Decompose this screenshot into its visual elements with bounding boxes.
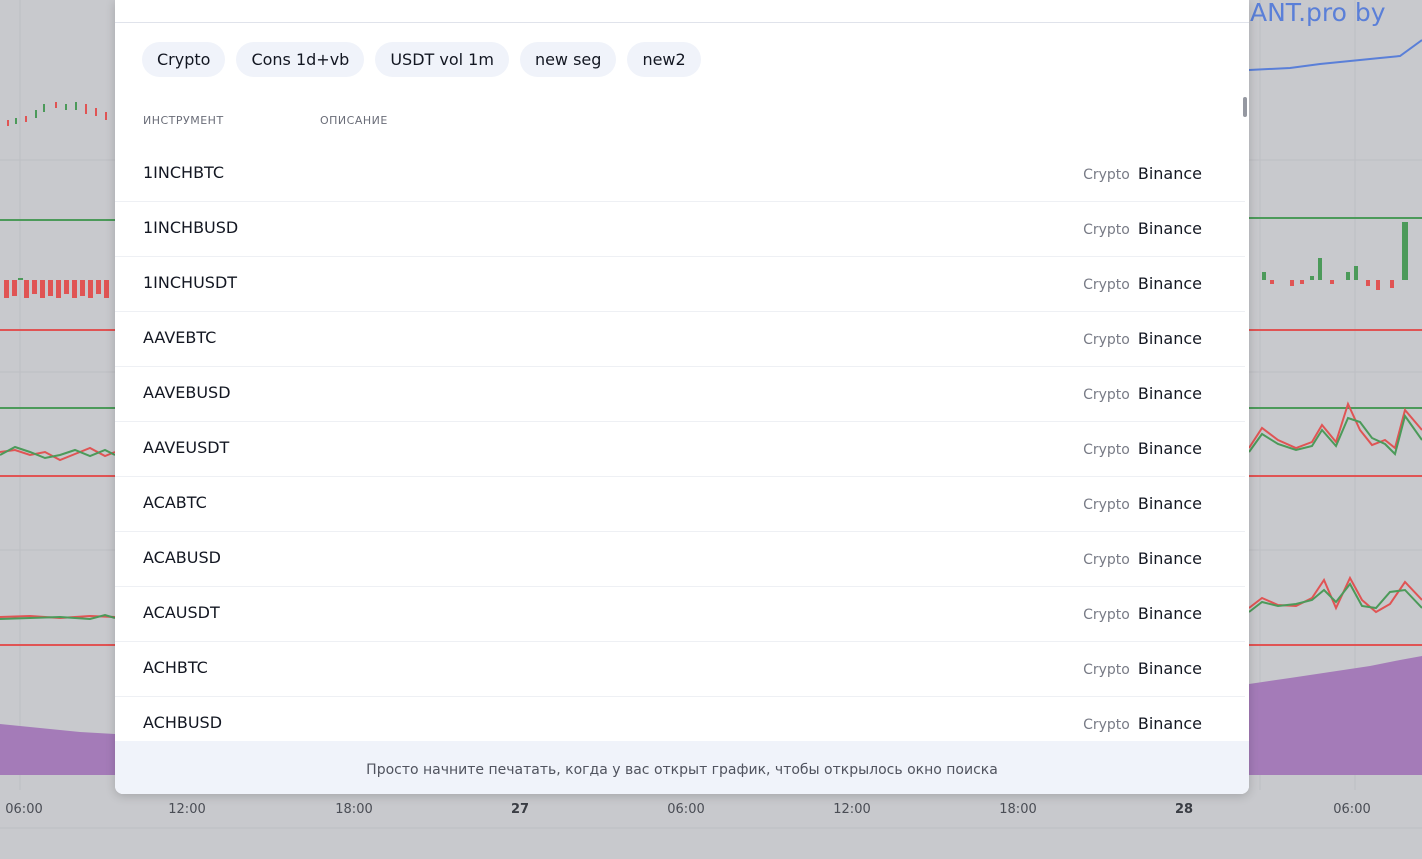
symbol-row[interactable]: 1INCHBTC Crypto Binance	[115, 147, 1245, 202]
symbol-name: ACHBTC	[143, 658, 208, 677]
time-label: 18:00	[999, 802, 1037, 817]
column-header-description: ОПИСАНИЕ	[320, 114, 388, 127]
symbol-row[interactable]: 1INCHUSDT Crypto Binance	[115, 257, 1245, 312]
symbol-type: Crypto	[1083, 222, 1130, 238]
symbol-type: Crypto	[1083, 332, 1130, 348]
time-label: 12:00	[833, 802, 871, 817]
column-header-instrument: ИНСТРУМЕНТ	[143, 114, 224, 127]
search-hint-footer: Просто начните печатать, когда у вас отк…	[115, 741, 1249, 794]
symbol-exchange: Binance	[1137, 329, 1202, 348]
symbol-name: ACABTC	[143, 493, 207, 512]
time-label: 06:00	[667, 802, 705, 817]
symbol-exchange: Binance	[1137, 714, 1202, 733]
symbol-name: AAVEBUSD	[143, 383, 231, 402]
chip-crypto[interactable]: Crypto	[142, 42, 226, 77]
time-label: 06:00	[1333, 802, 1371, 817]
chip-usdt-vol-1m[interactable]: USDT vol 1m	[375, 42, 509, 77]
list-scrollbar[interactable]	[1243, 97, 1247, 117]
symbol-exchange: Binance	[1137, 219, 1202, 238]
symbol-name: AAVEBTC	[143, 328, 217, 347]
symbol-row[interactable]: ACHBTC Crypto Binance	[115, 642, 1245, 697]
time-label: 27	[510, 802, 530, 817]
symbol-exchange: Binance	[1137, 549, 1202, 568]
symbol-exchange: Binance	[1137, 164, 1202, 183]
symbol-name: ACHBUSD	[143, 713, 223, 732]
symbol-exchange: Binance	[1137, 439, 1202, 458]
time-label: 28	[1174, 802, 1194, 817]
symbol-type: Crypto	[1083, 607, 1130, 623]
symbol-exchange: Binance	[1137, 659, 1202, 678]
symbol-type: Crypto	[1083, 277, 1130, 293]
symbol-row[interactable]: 1INCHBUSD Crypto Binance	[115, 202, 1245, 257]
search-divider	[115, 22, 1249, 23]
symbol-name: AAVEUSDT	[143, 438, 230, 457]
time-label: 18:00	[335, 802, 373, 817]
symbol-name: 1INCHBTC	[143, 163, 225, 182]
time-label: 12:00	[168, 802, 206, 817]
symbol-type: Crypto	[1083, 442, 1130, 458]
symbol-row[interactable]: ACABUSD Crypto Binance	[115, 532, 1245, 587]
symbol-list: 1INCHBTC Crypto Binance 1INCHBUSD Crypto B…	[115, 147, 1245, 751]
watchlist-chips: Crypto Cons 1d+vb USDT vol 1m new seg ne…	[142, 42, 701, 77]
symbol-type: Crypto	[1083, 497, 1130, 513]
symbol-exchange: Binance	[1137, 604, 1202, 623]
chip-cons-1d-vb[interactable]: Cons 1d+vb	[236, 42, 365, 77]
symbol-row[interactable]: AAVEUSDT Crypto Binance	[115, 422, 1245, 477]
symbol-row[interactable]: AAVEBUSD Crypto Binance	[115, 367, 1245, 422]
symbol-name: ACAUSDT	[143, 603, 220, 622]
symbol-row[interactable]: ACABTC Crypto Binance	[115, 477, 1245, 532]
symbol-type: Crypto	[1083, 717, 1130, 733]
symbol-type: Crypto	[1083, 387, 1130, 403]
symbol-exchange: Binance	[1137, 494, 1202, 513]
symbol-exchange: Binance	[1137, 384, 1202, 403]
chip-new-seg[interactable]: new seg	[519, 42, 617, 77]
symbol-name: 1INCHBUSD	[143, 218, 239, 237]
symbol-type: Crypto	[1083, 552, 1130, 568]
time-label: 06:00	[5, 802, 43, 817]
symbol-search-dialog: Crypto Cons 1d+vb USDT vol 1m new seg ne…	[115, 0, 1249, 794]
symbol-row[interactable]: ACAUSDT Crypto Binance	[115, 587, 1245, 642]
symbol-type: Crypto	[1083, 167, 1130, 183]
watermark-text: ANT.pro by	[1250, 0, 1386, 27]
symbol-row[interactable]: AAVEBTC Crypto Binance	[115, 312, 1245, 367]
symbol-exchange: Binance	[1137, 274, 1202, 293]
symbol-name: ACABUSD	[143, 548, 221, 567]
symbol-type: Crypto	[1083, 662, 1130, 678]
chip-new2[interactable]: new2	[627, 42, 701, 77]
symbol-name: 1INCHUSDT	[143, 273, 238, 292]
